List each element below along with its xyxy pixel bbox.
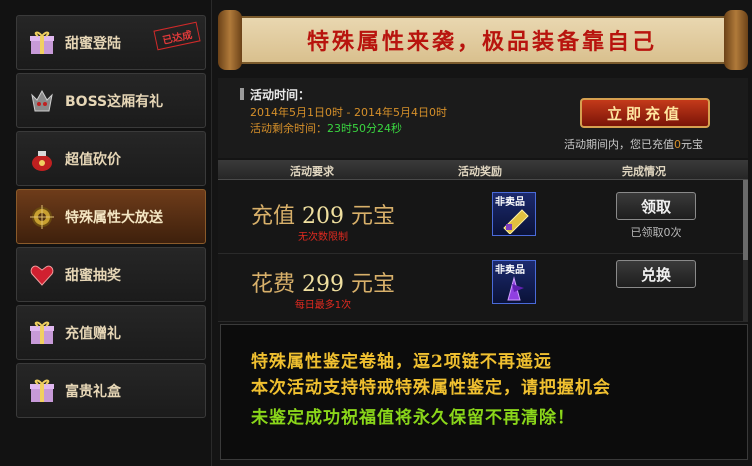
reward-item-slot[interactable]: 非卖品 (492, 260, 536, 304)
sidebar-item-label: 特殊属性大放送 (65, 209, 163, 226)
sidebar-item-bargain[interactable]: 超值砍价 (16, 131, 206, 186)
event-info: 活动时间： 2014年5月1日0时 - 2014年5月4日0时 活动剩余时间：2… (218, 78, 748, 158)
gift-box-icon (27, 376, 57, 406)
sidebar-item-special-attr[interactable]: 特殊属性大放送 (16, 189, 206, 244)
event-time-title: 活动时间： (250, 88, 311, 102)
header-requirement: 活动要求 (290, 165, 334, 178)
sidebar-item-label: 甜蜜登陆 (65, 35, 121, 52)
orb-icon (27, 202, 57, 232)
requirement-note: 无次数限制 (298, 232, 348, 243)
purple-claw-item-icon (493, 273, 537, 303)
sidebar-item-label: 超值砍价 (65, 151, 121, 168)
table-header: 活动要求 活动奖励 完成情况 (218, 160, 748, 180)
period-amount: 0 (674, 138, 681, 151)
period-prefix: 活动期间内，您已充值 (564, 138, 674, 151)
scrollbar-thumb[interactable] (743, 180, 748, 260)
requirement-amount: 209 (302, 204, 344, 229)
requirement-unit: 元宝 (351, 204, 396, 229)
heart-icon (27, 260, 57, 290)
notice-line-2: 本次活动支持特戒特殊属性鉴定，请把握机会 (251, 378, 611, 398)
notice-panel: 特殊属性鉴定卷轴，逗2项链不再遥远 本次活动支持特戒特殊属性鉴定，请把握机会 未… (220, 324, 748, 460)
boss-helmet-icon (27, 86, 57, 116)
sidebar-item-label: BOSS这厢有礼 (65, 93, 164, 110)
table-row: 充值 209 元宝 无次数限制 非卖品 领取 已领取0次 (218, 188, 748, 254)
header-reward: 活动奖励 (458, 165, 502, 178)
info-bullet (240, 88, 244, 100)
banner: 特殊属性来袭，极品装备靠自己 (218, 10, 748, 70)
gift-box-icon (27, 28, 57, 58)
remaining-time-label: 活动剩余时间： (250, 122, 327, 135)
requirement-prefix: 花费 (250, 272, 295, 297)
recharge-now-button[interactable]: 立即充值 (580, 98, 710, 128)
claim-status: 已领取0次 (630, 226, 682, 239)
sidebar: 甜蜜登陆 已达成 BOSS这厢有礼 超值砍价 特殊属性大放送 甜蜜抽奖 充值赠礼 (0, 0, 212, 466)
requirement-text: 充值 209 元宝 (218, 198, 428, 230)
money-bag-icon (27, 144, 57, 174)
claim-button[interactable]: 领取 (616, 192, 696, 220)
sidebar-item-label: 甜蜜抽奖 (65, 267, 121, 284)
banner-title: 特殊属性来袭，极品装备靠自己 (306, 29, 657, 55)
remaining-time: 活动剩余时间：23时50分24秒 (250, 120, 402, 136)
sidebar-item-label: 充值赠礼 (65, 325, 121, 342)
requirement-prefix: 充值 (250, 204, 295, 229)
requirement-amount: 299 (302, 272, 344, 297)
event-time-range: 2014年5月1日0时 - 2014年5月4日0时 (250, 106, 447, 119)
scroll-item-icon (493, 205, 537, 235)
reward-table: 活动要求 活动奖励 完成情况 充值 209 元宝 无次数限制 非卖品 领取 已领… (218, 160, 748, 322)
reward-item-slot[interactable]: 非卖品 (492, 192, 536, 236)
period-suffix: 元宝 (681, 138, 703, 151)
header-status: 完成情况 (622, 165, 666, 178)
period-recharge-text: 活动期间内，您已充值0元宝 (564, 136, 703, 152)
remaining-time-value: 23时50分24秒 (327, 122, 402, 135)
requirement-text: 花费 299 元宝 (218, 266, 428, 298)
sidebar-item-lottery[interactable]: 甜蜜抽奖 (16, 247, 206, 302)
gift-box-icon (27, 318, 57, 348)
main-panel: 特殊属性来袭，极品装备靠自己 活动时间： 2014年5月1日0时 - 2014年… (212, 0, 752, 466)
requirement-note: 每日最多1次 (294, 300, 352, 311)
exchange-button[interactable]: 兑换 (616, 260, 696, 288)
table-scrollbar[interactable] (743, 180, 748, 322)
notice-line-3: 未鉴定成功祝福值将永久保留不再清除！ (251, 408, 575, 428)
notice-line-1: 特殊属性鉴定卷轴，逗2项链不再遥远 (251, 352, 552, 372)
table-row: 花费 299 元宝 每日最多1次 非卖品 兑换 (218, 256, 748, 322)
requirement-unit: 元宝 (351, 272, 396, 297)
sidebar-item-boss-gift[interactable]: BOSS这厢有礼 (16, 73, 206, 128)
sidebar-item-recharge-gift[interactable]: 充值赠礼 (16, 305, 206, 360)
sidebar-item-sweet-login[interactable]: 甜蜜登陆 已达成 (16, 15, 206, 70)
sidebar-item-label: 富贵礼盒 (65, 383, 121, 400)
achieved-stamp: 已达成 (153, 21, 201, 51)
sidebar-item-rich-giftbox[interactable]: 富贵礼盒 (16, 363, 206, 418)
